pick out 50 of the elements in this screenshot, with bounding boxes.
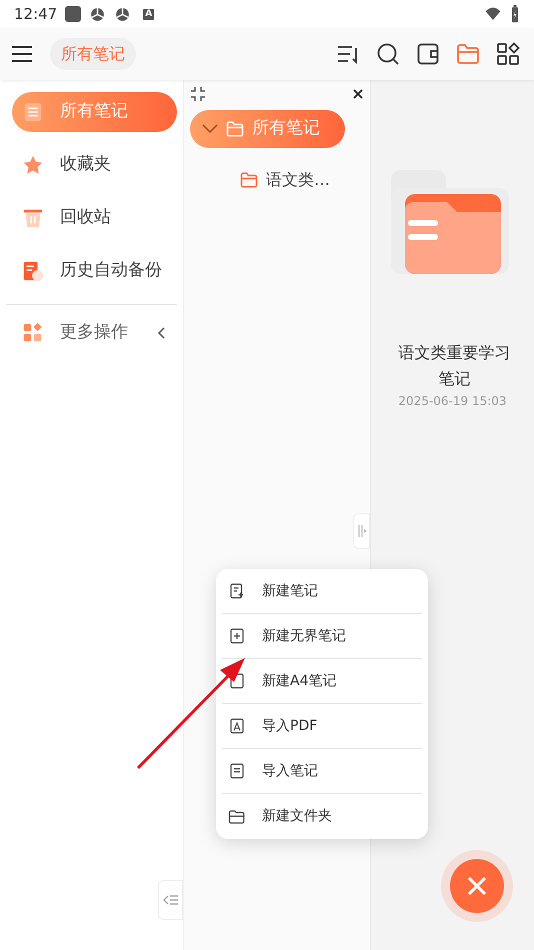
search-icon <box>376 42 400 66</box>
menu-item[interactable]: 导入PDF <box>222 704 422 749</box>
wallet-icon <box>416 42 440 66</box>
menu-item[interactable]: 新建无界笔记 <box>222 614 422 659</box>
tree-node[interactable]: 语文类… <box>240 168 330 192</box>
drag-handle[interactable] <box>353 513 370 549</box>
close-icon <box>467 876 487 896</box>
notification-icon <box>65 6 82 22</box>
toolbar-button[interactable] <box>416 42 440 66</box>
sidebar-item[interactable]: 收藏夹 <box>12 145 177 185</box>
title-chip: 所有笔记 <box>50 38 136 70</box>
document-icon <box>228 762 246 780</box>
collapse-button[interactable] <box>190 86 206 102</box>
wifi-icon <box>484 6 502 22</box>
more-actions-item[interactable]: 更多操作 <box>12 313 177 353</box>
drag-handle[interactable] <box>158 880 183 920</box>
menu-item[interactable]: 新建笔记 <box>222 569 422 614</box>
toolbar-button[interactable] <box>496 42 520 66</box>
list-collapse-icon <box>162 894 178 906</box>
star-icon <box>22 154 44 176</box>
list-icon <box>22 101 44 123</box>
folder-icon <box>240 171 258 189</box>
apps-icon <box>496 42 520 66</box>
battery-icon <box>510 5 520 23</box>
toolbar-button[interactable] <box>376 42 400 66</box>
note-plus-icon <box>228 582 246 600</box>
note-date: 2025-06-19 15:03 <box>398 393 507 410</box>
menu-item[interactable]: 导入笔记 <box>222 749 422 794</box>
aperture-icon <box>114 6 132 22</box>
folder-icon <box>456 42 480 66</box>
clock-text: 12:47 <box>14 4 58 25</box>
plus-document-icon <box>228 627 246 645</box>
folder-icon <box>226 120 244 138</box>
notification-badge: A <box>143 8 154 20</box>
folder-icon <box>228 808 246 826</box>
note-title: 语文类重要学习笔记 <box>398 342 512 390</box>
handle-icon <box>356 524 366 538</box>
collapse-icon <box>190 86 206 102</box>
chevron-icon <box>202 124 218 134</box>
trash-icon <box>22 207 44 229</box>
sidebar-item[interactable]: 历史自动备份 <box>12 251 177 291</box>
pdf-icon <box>228 717 246 735</box>
chevron-icon <box>157 326 167 340</box>
menu-item[interactable]: 新建文件夹 <box>222 794 422 839</box>
grid-icon <box>22 322 44 344</box>
close-icon <box>352 88 364 100</box>
sidebar-item[interactable]: 回收站 <box>12 198 177 238</box>
close-button[interactable] <box>352 88 364 100</box>
aperture-icon <box>89 6 106 22</box>
clock-document-icon <box>22 260 44 282</box>
